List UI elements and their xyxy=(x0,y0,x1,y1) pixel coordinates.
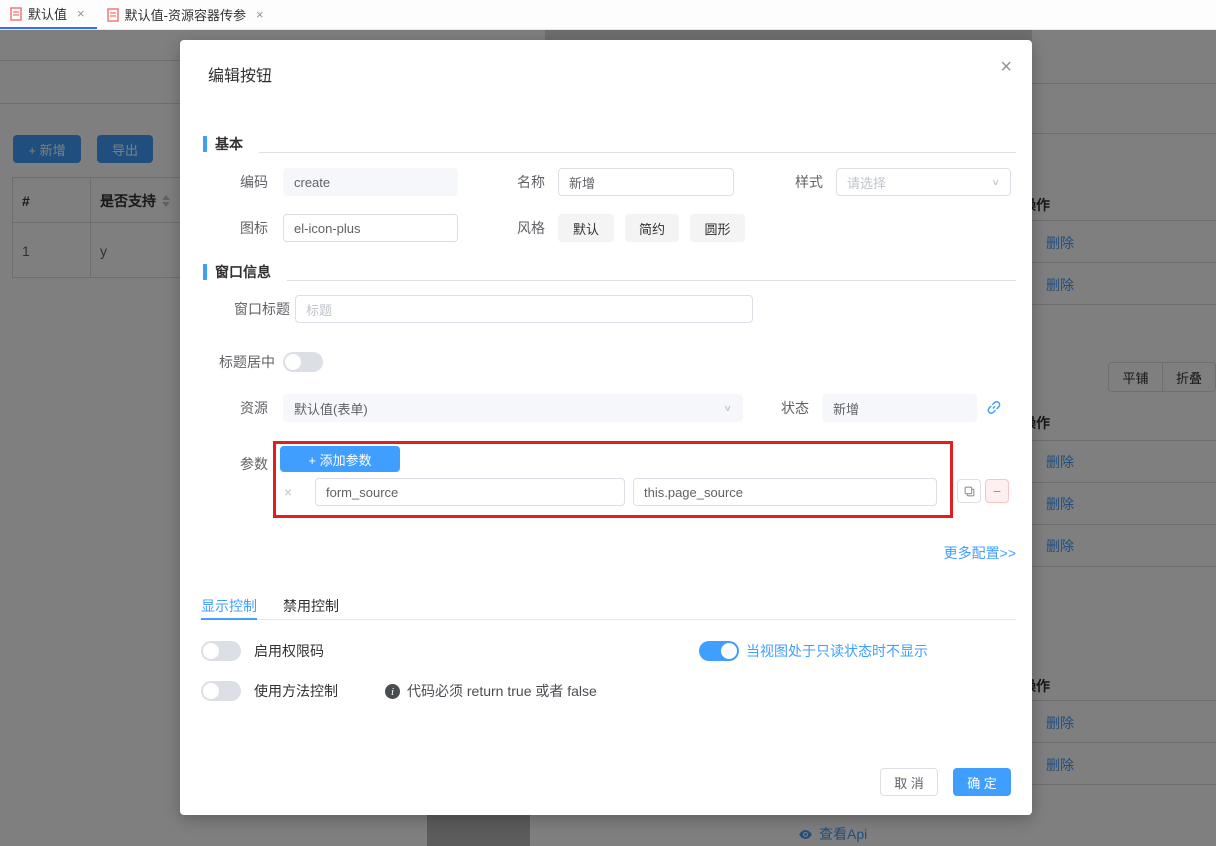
icon-value: el-icon-plus xyxy=(294,221,360,236)
window-title-label: 窗口标题 xyxy=(200,295,290,323)
icon-label: 图标 xyxy=(200,214,268,242)
chevron-down-icon: ∨ xyxy=(723,403,732,414)
state-value: 新增 xyxy=(833,399,859,418)
tab-label: 默认值-资源容器传参 xyxy=(125,5,246,24)
params-label: 参数 xyxy=(200,450,268,478)
tab-disable-control[interactable]: 禁用控制 xyxy=(283,596,339,616)
more-config-link[interactable]: 更多配置>> xyxy=(944,543,1016,563)
copy-icon xyxy=(963,485,976,498)
edit-button-dialog: 编辑按钮 × 基本 编码 create 名称 新增 样式 请选择 ∨ 图标 el… xyxy=(180,40,1032,815)
document-icon xyxy=(10,7,22,21)
section-title: 窗口信息 xyxy=(215,262,271,282)
permission-code-toggle[interactable] xyxy=(201,641,241,661)
mode-label: 风格 xyxy=(478,214,545,242)
state-input[interactable]: 新增 xyxy=(822,394,977,422)
chevron-down-icon: ∨ xyxy=(991,177,1000,188)
name-label: 名称 xyxy=(478,168,545,196)
section-accent-bar xyxy=(203,136,207,152)
title-center-toggle[interactable] xyxy=(283,352,323,372)
code-value: create xyxy=(294,175,330,190)
link-icon[interactable] xyxy=(981,395,1009,423)
remove-param-icon[interactable]: × xyxy=(284,478,292,506)
icon-input[interactable]: el-icon-plus xyxy=(283,214,458,242)
copy-param-button[interactable] xyxy=(957,479,981,503)
tab-label: 默认值 xyxy=(28,4,67,23)
code-input[interactable]: create xyxy=(283,168,458,196)
name-input[interactable]: 新增 xyxy=(558,168,734,196)
resource-value: 默认值(表单) xyxy=(294,399,368,418)
screen: + 新增 导出 # 是否支持 1 y 操作 编辑 删除 编辑 删除 xyxy=(0,0,1216,846)
style-placeholder: 请选择 xyxy=(847,173,886,192)
add-param-button[interactable]: + 添加参数 xyxy=(280,446,400,472)
section-rule xyxy=(287,280,1016,281)
close-tab-icon[interactable]: × xyxy=(77,6,85,21)
info-icon: i xyxy=(385,684,400,699)
permission-code-label: 启用权限码 xyxy=(254,640,324,662)
section-title: 基本 xyxy=(215,134,243,154)
mode-simple-button[interactable]: 简约 xyxy=(625,214,679,242)
document-icon xyxy=(107,8,119,22)
resource-label: 资源 xyxy=(200,394,268,422)
section-accent-bar xyxy=(203,264,207,280)
style-select[interactable]: 请选择 ∨ xyxy=(836,168,1011,196)
state-label: 状态 xyxy=(757,394,809,422)
method-control-toggle[interactable] xyxy=(201,681,241,701)
section-window-info: 窗口信息 xyxy=(203,262,1016,282)
tab-bar: 默认值 × 默认值-资源容器传参 × xyxy=(0,0,1216,30)
section-basic: 基本 xyxy=(203,134,1016,154)
param-value-input[interactable]: this.page_source xyxy=(633,478,937,506)
tab-resource-container[interactable]: 默认值-资源容器传参 × xyxy=(97,0,276,29)
param-value-value: this.page_source xyxy=(644,485,743,500)
delete-param-button[interactable]: − xyxy=(985,479,1009,503)
param-key-input[interactable]: form_source xyxy=(315,478,625,506)
title-center-label: 标题居中 xyxy=(200,348,275,376)
dialog-title: 编辑按钮 xyxy=(208,62,272,86)
readonly-hide-toggle[interactable] xyxy=(699,641,739,661)
minus-icon: − xyxy=(993,483,1001,499)
window-title-input[interactable]: 标题 xyxy=(295,295,753,323)
tab-default-value[interactable]: 默认值 × xyxy=(0,0,97,29)
param-key-value: form_source xyxy=(326,485,398,500)
mode-default-button[interactable]: 默认 xyxy=(558,214,614,242)
readonly-hide-label: 当视图处于只读状态时不显示 xyxy=(746,640,928,662)
resource-select[interactable]: 默认值(表单) ∨ xyxy=(283,394,743,422)
style-label: 样式 xyxy=(756,168,823,196)
section-rule xyxy=(259,152,1016,153)
window-title-placeholder: 标题 xyxy=(306,300,332,319)
mode-round-button[interactable]: 圆形 xyxy=(690,214,745,242)
close-dialog-icon[interactable]: × xyxy=(1000,56,1012,79)
name-value: 新增 xyxy=(569,173,595,192)
method-hint-text: 代码必须 return true 或者 false xyxy=(407,680,597,702)
code-label: 编码 xyxy=(200,168,268,196)
close-tab-icon[interactable]: × xyxy=(256,7,264,22)
tab-active-underline xyxy=(201,618,257,620)
confirm-button[interactable]: 确 定 xyxy=(953,768,1011,796)
cancel-button[interactable]: 取 消 xyxy=(880,768,938,796)
method-control-label: 使用方法控制 xyxy=(254,680,338,702)
tab-divider xyxy=(200,619,1016,620)
tab-display-control[interactable]: 显示控制 xyxy=(201,596,257,616)
